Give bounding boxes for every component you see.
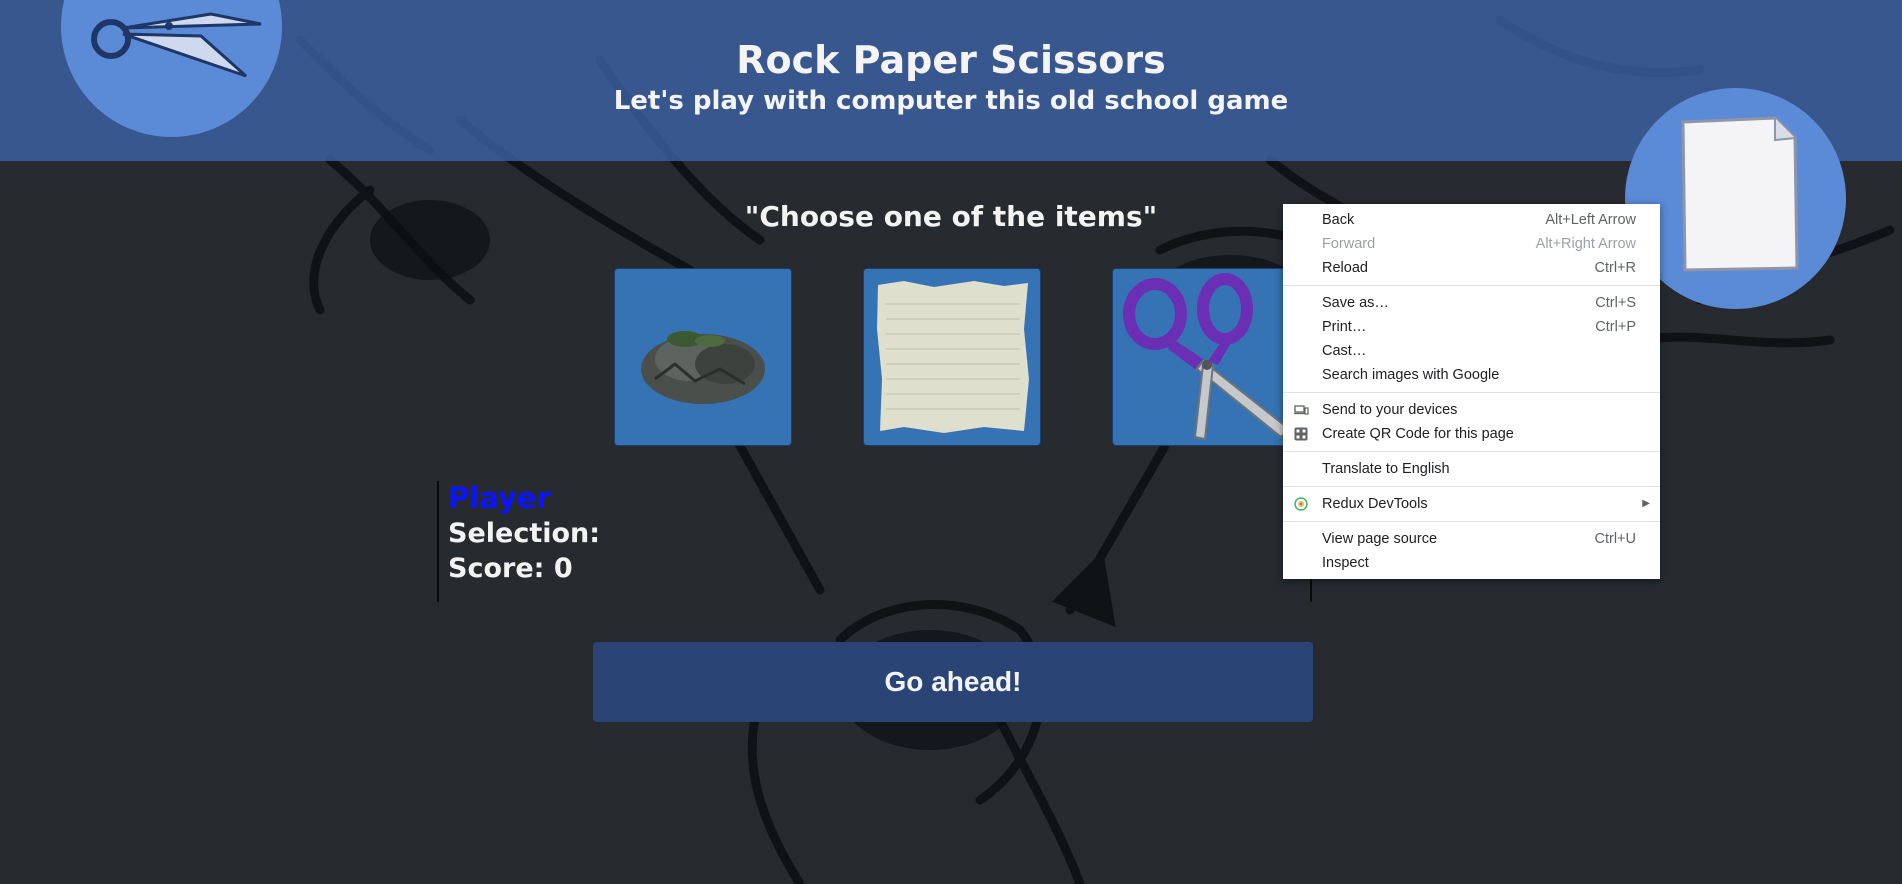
go-ahead-button[interactable]: Go ahead! <box>593 642 1313 722</box>
menu-item-translate[interactable]: Translate to English <box>1283 457 1660 481</box>
score-label: Score: <box>448 553 545 584</box>
menu-item-cast[interactable]: Cast… <box>1283 339 1660 363</box>
menu-separator <box>1283 451 1660 452</box>
player-score: Score: 0 <box>448 551 748 586</box>
menu-item-forward: Forward Alt+Right Arrow <box>1322 236 1636 252</box>
menu-separator <box>1283 285 1660 286</box>
selection-label: Selection: <box>448 518 601 549</box>
player-selection: Selection: <box>448 516 748 551</box>
rock-choice-button[interactable] <box>614 268 792 446</box>
scissors-choice-button[interactable] <box>1112 268 1290 446</box>
menu-item-reload[interactable]: Reload Ctrl+R <box>1283 256 1660 280</box>
redux-devtools-icon <box>1294 497 1308 511</box>
menu-separator <box>1283 486 1660 487</box>
qr-code-icon <box>1294 427 1308 441</box>
menu-separator <box>1283 392 1660 393</box>
scissors-image <box>1123 273 1289 441</box>
submenu-arrow-icon: ▶ <box>1642 498 1650 509</box>
menu-item-inspect[interactable]: Inspect <box>1283 551 1660 575</box>
devices-icon <box>1294 405 1309 415</box>
player-panel: Player Selection: Score: 0 <box>437 481 748 602</box>
page-title: Rock Paper Scissors <box>736 38 1166 82</box>
page-subtitle: Let's play with computer this old school… <box>613 86 1289 116</box>
menu-item-view-source[interactable]: View page source Ctrl+U <box>1283 527 1660 551</box>
menu-item-back[interactable]: Back Alt+Left Arrow <box>1283 208 1660 232</box>
menu-item-search-images[interactable]: Search images with Google <box>1283 363 1660 387</box>
menu-item-redux-devtools[interactable]: Redux DevTools ▶ <box>1283 492 1660 516</box>
player-name: Player <box>448 481 551 515</box>
paper-choice-button[interactable] <box>863 268 1041 446</box>
menu-item-send-devices[interactable]: Send to your devices <box>1283 398 1660 422</box>
context-menu: Back Alt+Left Arrow Forward Alt+Right Ar… <box>1283 204 1660 579</box>
menu-separator <box>1283 521 1660 522</box>
menu-item-print[interactable]: Print… Ctrl+P <box>1283 315 1660 339</box>
menu-item-qr-code[interactable]: Create QR Code for this page <box>1283 422 1660 446</box>
score-value: 0 <box>553 553 573 584</box>
rock-image <box>641 331 765 404</box>
paper-image <box>877 281 1029 433</box>
menu-item-save-as[interactable]: Save as… Ctrl+S <box>1283 291 1660 315</box>
